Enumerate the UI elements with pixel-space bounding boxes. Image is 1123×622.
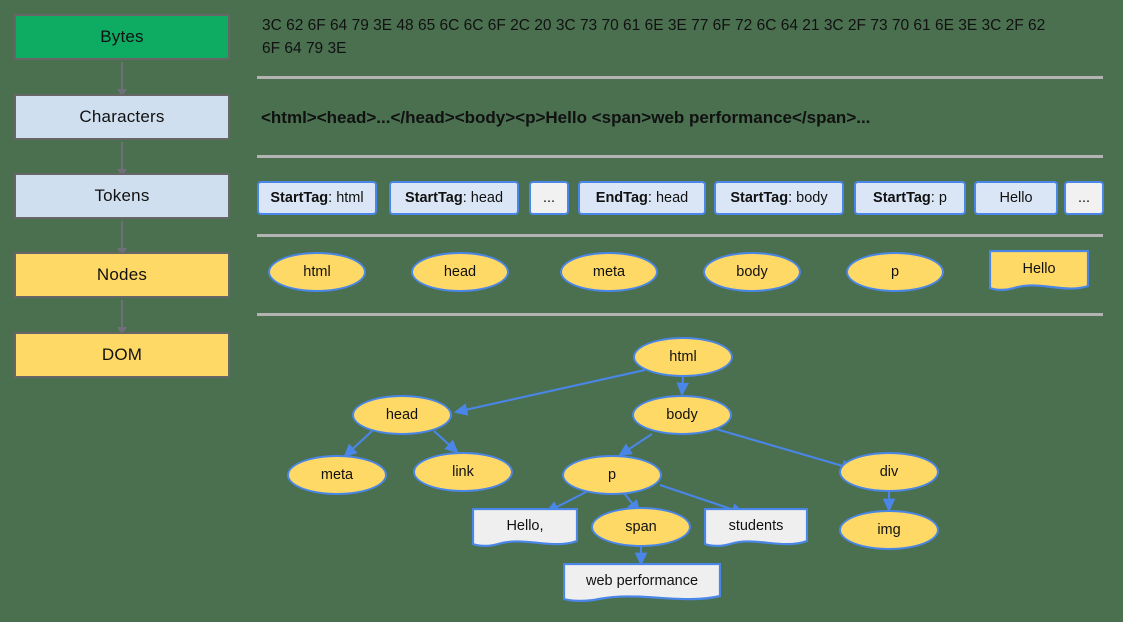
pipeline-step-dom: DOM <box>14 332 230 378</box>
pipeline-step-nodes: Nodes <box>14 252 230 298</box>
token-value-text: head <box>655 190 689 206</box>
pipeline-step-characters: Characters <box>14 94 230 140</box>
dom-node-html[interactable]: html <box>633 337 733 377</box>
separator-nodes-dom <box>257 313 1103 316</box>
node-label: html <box>303 264 331 280</box>
dom-node-text-students[interactable]: students <box>704 508 808 550</box>
pipeline-step-bytes: Bytes <box>14 14 230 60</box>
token-chip[interactable]: StartTag: body <box>714 181 844 215</box>
pipeline-step-tokens: Tokens <box>14 173 230 219</box>
token-chip[interactable]: StartTag: head <box>389 181 519 215</box>
token-value-text: html <box>336 190 364 206</box>
diagram-canvas: Bytes Characters Tokens Nodes DOM 3C 62 … <box>0 0 1123 622</box>
dom-node-label: web performance <box>585 573 699 589</box>
token-value-text: p <box>938 190 947 206</box>
node-chip-body[interactable]: body <box>703 252 801 292</box>
dom-node-text-hello[interactable]: Hello, <box>472 508 578 550</box>
pipeline-arrow-1 <box>117 62 127 97</box>
token-chip-text[interactable]: Hello <box>974 181 1058 215</box>
dom-node-label: meta <box>320 467 354 483</box>
node-label: body <box>736 264 768 280</box>
dom-node-link[interactable]: link <box>413 452 513 492</box>
dom-node-text-webperformance[interactable]: web performance <box>563 563 721 605</box>
dom-node-span[interactable]: span <box>591 507 691 547</box>
dom-node-label: head <box>385 407 419 423</box>
separator-characters-tokens <box>257 155 1103 158</box>
characters-text: <html><head>...</head><body><p>Hello <sp… <box>261 108 871 127</box>
token-value-text: ... <box>1077 190 1091 206</box>
node-chip-html[interactable]: html <box>268 252 366 292</box>
token-value: : <box>328 190 337 206</box>
separator-tokens-nodes <box>257 234 1103 237</box>
token-value-text: body <box>796 190 828 206</box>
dom-node-label: body <box>666 407 698 423</box>
token-chip[interactable]: StartTag: p <box>854 181 966 215</box>
dom-node-div[interactable]: div <box>839 452 939 492</box>
token-kind: StartTag <box>404 190 463 206</box>
pipeline-step-label: Tokens <box>94 186 150 205</box>
pipeline-arrow-3 <box>117 221 127 256</box>
token-value: : <box>788 190 797 206</box>
token-value: : <box>462 190 471 206</box>
node-label: head <box>443 264 477 280</box>
token-kind: StartTag <box>730 190 789 206</box>
dom-node-label: Hello, <box>506 518 544 534</box>
separator-bytes-characters <box>257 76 1103 79</box>
dom-node-label: link <box>452 464 474 480</box>
bytes-hex-text: 3C 62 6F 64 79 3E 48 65 6C 6C 6F 2C 20 3… <box>262 17 1046 57</box>
dom-node-meta[interactable]: meta <box>287 455 387 495</box>
dom-node-label: p <box>607 467 617 483</box>
pipeline-step-label: Characters <box>79 107 165 126</box>
dom-node-img[interactable]: img <box>839 510 939 550</box>
dom-node-body[interactable]: body <box>632 395 732 435</box>
pipeline-step-label: DOM <box>101 345 143 364</box>
pipeline-arrow-2 <box>117 142 127 177</box>
node-label: p <box>890 264 900 280</box>
token-chip[interactable]: EndTag: head <box>578 181 706 215</box>
node-chip-head[interactable]: head <box>411 252 509 292</box>
token-value-text: Hello <box>999 190 1033 206</box>
node-label: Hello <box>1022 261 1056 277</box>
node-chip-text-hello[interactable]: Hello <box>989 250 1089 294</box>
node-label: meta <box>592 264 626 280</box>
token-value-text: ... <box>542 190 556 206</box>
dom-node-p[interactable]: p <box>562 455 662 495</box>
token-value: : <box>647 190 656 206</box>
token-kind: StartTag <box>873 190 931 206</box>
dom-node-label: div <box>879 464 899 480</box>
pipeline-arrow-4 <box>117 300 127 335</box>
node-chip-p[interactable]: p <box>846 252 944 292</box>
dom-node-label: html <box>669 349 697 365</box>
token-chip[interactable]: StartTag: html <box>257 181 377 215</box>
token-chip-ellipsis[interactable]: ... <box>1064 181 1104 215</box>
token-chip-ellipsis[interactable]: ... <box>529 181 569 215</box>
token-value-text: head <box>470 190 504 206</box>
pipeline-step-label: Nodes <box>96 265 148 284</box>
node-chip-meta[interactable]: meta <box>560 252 658 292</box>
token-value: : <box>930 190 939 206</box>
dom-node-label: img <box>877 522 901 538</box>
token-kind: StartTag <box>270 190 329 206</box>
dom-node-head[interactable]: head <box>352 395 452 435</box>
dom-node-label: span <box>625 519 657 535</box>
token-kind: EndTag <box>595 190 648 206</box>
dom-node-label: students <box>728 518 784 534</box>
pipeline-step-label: Bytes <box>100 27 144 46</box>
